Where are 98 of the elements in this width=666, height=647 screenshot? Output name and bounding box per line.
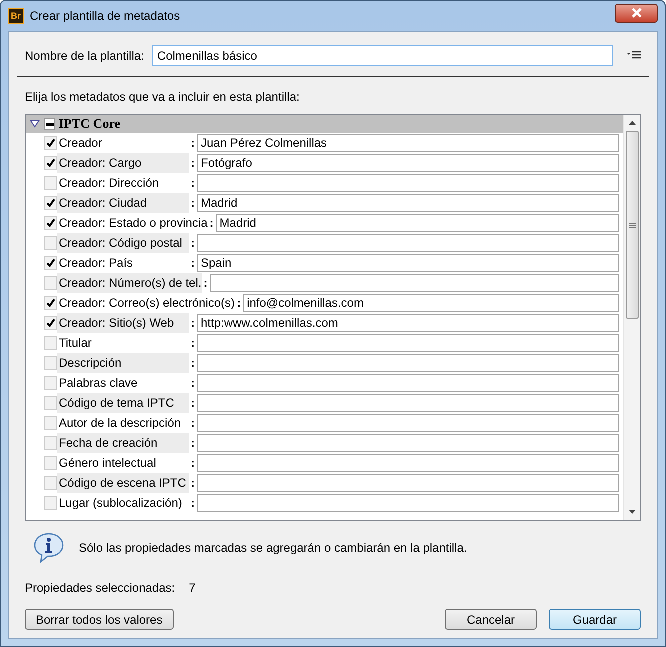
checkbox[interactable] bbox=[44, 136, 57, 150]
colon-separator: : bbox=[190, 495, 196, 512]
colon-separator: : bbox=[208, 215, 215, 232]
checkbox[interactable] bbox=[44, 456, 57, 470]
info-icon bbox=[33, 533, 65, 563]
clear-values-button[interactable]: Borrar todos los valores bbox=[25, 609, 174, 630]
colon-separator: : bbox=[202, 275, 209, 292]
field-label: Creador: Código postal bbox=[57, 233, 189, 253]
colon-separator: : bbox=[190, 415, 196, 432]
checkbox[interactable] bbox=[44, 176, 57, 190]
field-label: Creador: Cargo bbox=[57, 153, 189, 173]
window-title: Crear plantilla de metadatos bbox=[30, 8, 182, 25]
field-label: Titular bbox=[58, 335, 93, 352]
colon-separator: : bbox=[190, 135, 196, 152]
menu-icon[interactable] bbox=[627, 51, 641, 60]
checkbox[interactable] bbox=[44, 196, 57, 210]
field-input[interactable] bbox=[197, 394, 619, 412]
field-label: Creador: Correo(s) electrónico(s) bbox=[58, 295, 236, 312]
app-logo: Br bbox=[8, 8, 24, 24]
checkbox[interactable] bbox=[44, 236, 57, 250]
field-input[interactable]: Juan Pérez Colmenillas bbox=[197, 134, 619, 152]
field-label: Autor de la descripción bbox=[58, 415, 182, 432]
group-title: IPTC Core bbox=[59, 115, 121, 134]
field-input[interactable]: info@colmenillas.com bbox=[243, 294, 619, 312]
field-label: Palabras clave bbox=[58, 375, 139, 392]
field-label: Descripción bbox=[57, 353, 189, 373]
field-input[interactable] bbox=[197, 494, 619, 512]
field-input[interactable] bbox=[197, 434, 619, 452]
colon-separator: : bbox=[190, 455, 196, 472]
checkbox[interactable] bbox=[44, 216, 57, 230]
scroll-thumb[interactable] bbox=[626, 131, 638, 319]
colon-separator: : bbox=[190, 355, 196, 372]
checkbox[interactable] bbox=[44, 256, 57, 270]
checkbox[interactable] bbox=[44, 416, 57, 430]
name-field[interactable]: Colmenillas básico bbox=[152, 45, 613, 66]
field-input[interactable]: Fotógrafo bbox=[197, 154, 619, 172]
colon-separator: : bbox=[190, 175, 196, 192]
group-checkbox[interactable] bbox=[44, 118, 55, 130]
instruction-text: Elija los metadatos que va a incluir en esta plantilla: bbox=[25, 89, 301, 106]
checkbox[interactable] bbox=[44, 396, 57, 410]
colon-separator: : bbox=[190, 315, 196, 332]
colon-separator: : bbox=[236, 295, 242, 312]
field-label: Lugar (sublocalización) bbox=[58, 495, 184, 512]
field-label: Creador: País bbox=[58, 255, 134, 272]
field-input[interactable] bbox=[197, 334, 619, 352]
field-input[interactable]: Madrid bbox=[197, 194, 619, 212]
colon-separator: : bbox=[190, 395, 196, 412]
count-label: Propiedades seleccionadas: bbox=[25, 580, 176, 597]
colon-separator: : bbox=[190, 195, 196, 212]
field-input[interactable] bbox=[197, 474, 619, 492]
field-label: Género intelectual bbox=[58, 455, 158, 472]
checkbox[interactable] bbox=[44, 296, 57, 310]
colon-separator: : bbox=[190, 435, 196, 452]
field-input[interactable] bbox=[197, 234, 619, 252]
close-button[interactable] bbox=[615, 4, 658, 22]
colon-separator: : bbox=[190, 255, 196, 272]
field-label: Creador: Ciudad bbox=[57, 193, 189, 213]
checkbox[interactable] bbox=[44, 376, 57, 390]
save-button[interactable]: Guardar bbox=[549, 609, 641, 630]
scroll-up-icon[interactable] bbox=[628, 121, 636, 125]
count-value: 7 bbox=[189, 580, 196, 597]
close-icon[interactable] bbox=[630, 8, 642, 18]
colon-separator: : bbox=[190, 155, 196, 172]
checkbox[interactable] bbox=[44, 436, 57, 450]
field-label: Creador bbox=[58, 135, 104, 152]
cancel-button[interactable]: Cancelar bbox=[445, 609, 537, 630]
checkbox[interactable] bbox=[44, 316, 57, 330]
field-input[interactable]: Spain bbox=[197, 254, 619, 272]
colon-separator: : bbox=[190, 375, 196, 392]
partial-mark-icon bbox=[46, 122, 54, 126]
colon-separator: : bbox=[190, 475, 196, 492]
field-input[interactable] bbox=[197, 374, 619, 392]
field-label: Código de escena IPTC bbox=[57, 473, 189, 493]
field-input[interactable] bbox=[210, 274, 619, 292]
checkbox[interactable] bbox=[44, 156, 57, 170]
name-label: Nombre de la plantilla: bbox=[25, 48, 144, 64]
field-label: Creador: Dirección bbox=[58, 175, 160, 192]
field-input[interactable] bbox=[197, 414, 619, 432]
field-label: Código de tema IPTC bbox=[57, 393, 189, 413]
colon-separator: : bbox=[190, 235, 196, 252]
colon-separator: : bbox=[190, 335, 196, 352]
expand-toggle-icon[interactable] bbox=[30, 120, 40, 128]
checkbox[interactable] bbox=[44, 496, 57, 510]
field-label: Creador: Sitio(s) Web bbox=[57, 313, 189, 333]
field-input[interactable]: Madrid bbox=[216, 214, 619, 232]
field-label: Creador: Estado o provincia bbox=[58, 215, 208, 232]
checkbox[interactable] bbox=[44, 356, 57, 370]
field-label: Creador: Número(s) de tel. bbox=[57, 273, 202, 293]
field-input[interactable] bbox=[197, 354, 619, 372]
field-input[interactable] bbox=[197, 174, 619, 192]
scroll-down-icon[interactable] bbox=[628, 510, 636, 514]
field-label: Fecha de creación bbox=[57, 433, 189, 453]
info-message: Sólo las propiedades marcadas se agregarán o cambiarán en la plantilla. bbox=[79, 540, 468, 557]
checkbox[interactable] bbox=[44, 476, 57, 490]
field-input[interactable]: http:www.colmenillas.com bbox=[197, 314, 619, 332]
field-input[interactable] bbox=[197, 454, 619, 472]
checkbox[interactable] bbox=[44, 336, 57, 350]
checkbox[interactable] bbox=[44, 276, 57, 290]
